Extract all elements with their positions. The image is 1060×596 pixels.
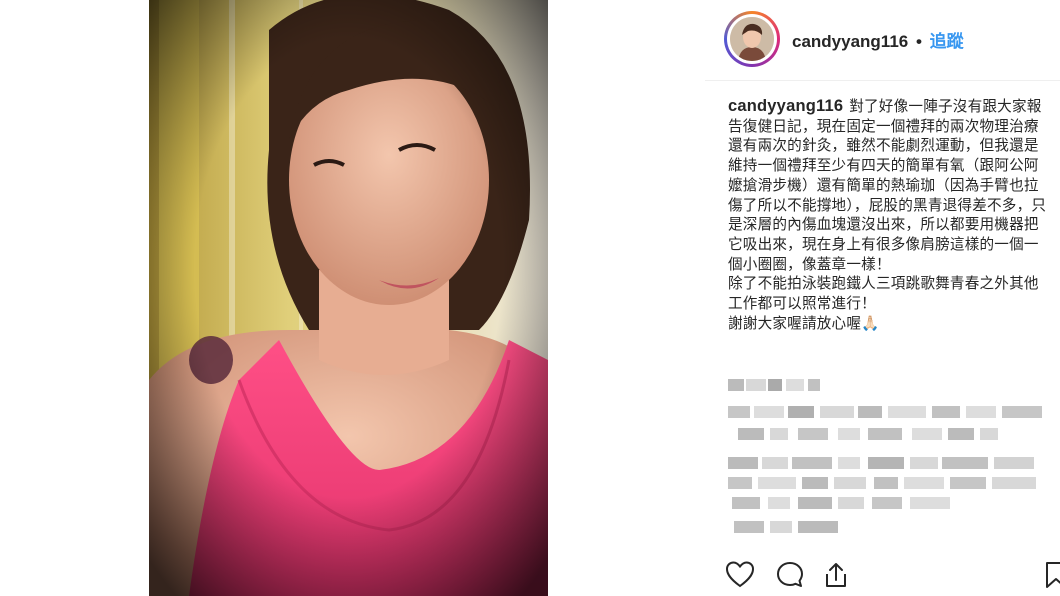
post-header: candyyang116 • 追蹤 bbox=[705, 0, 1060, 81]
post-photo[interactable] bbox=[149, 0, 548, 596]
caption-line-2: 除了不能拍泳裝跑鐵人三項跳歌舞青春之外其他工作都可以照常進行！ bbox=[728, 275, 1039, 313]
caption-text: 對了好像一陣子沒有跟大家報告復健日記，現在固定一個禮拜的兩次物理治療還有兩次的針… bbox=[728, 98, 1047, 273]
avatar-photo bbox=[730, 17, 774, 61]
post-caption: candyyang116 對了好像一陣子沒有跟大家報告復健日記，現在固定一個禮拜的… bbox=[728, 97, 1050, 333]
bookmark-icon[interactable] bbox=[1041, 560, 1060, 590]
post-side-panel: candyyang116 • 追蹤 candyyang116 對了好像一陣子沒有跟… bbox=[705, 0, 1060, 596]
comment-icon[interactable] bbox=[775, 560, 805, 590]
username-link[interactable]: candyyang116 bbox=[792, 32, 908, 51]
caption-line-3: 謝謝大家喔請放心喔🙏🏻 bbox=[728, 314, 880, 332]
post-actions bbox=[705, 556, 1060, 596]
avatar-frame bbox=[727, 14, 777, 64]
header-line: candyyang116 • 追蹤 bbox=[792, 27, 964, 52]
heart-icon[interactable] bbox=[725, 560, 755, 590]
selfie-image bbox=[149, 0, 548, 596]
caption-paragraph: candyyang116 對了好像一陣子沒有跟大家報告復健日記，現在固定一個禮拜的… bbox=[728, 97, 1050, 274]
share-icon[interactable] bbox=[821, 560, 851, 590]
caption-username[interactable]: candyyang116 bbox=[728, 97, 843, 115]
avatar[interactable] bbox=[724, 11, 780, 67]
separator-dot: • bbox=[915, 32, 922, 51]
avatar-image bbox=[730, 17, 774, 61]
follow-button[interactable]: 追蹤 bbox=[930, 32, 964, 51]
instagram-post-view: candyyang116 • 追蹤 candyyang116 對了好像一陣子沒有跟… bbox=[0, 0, 1060, 596]
